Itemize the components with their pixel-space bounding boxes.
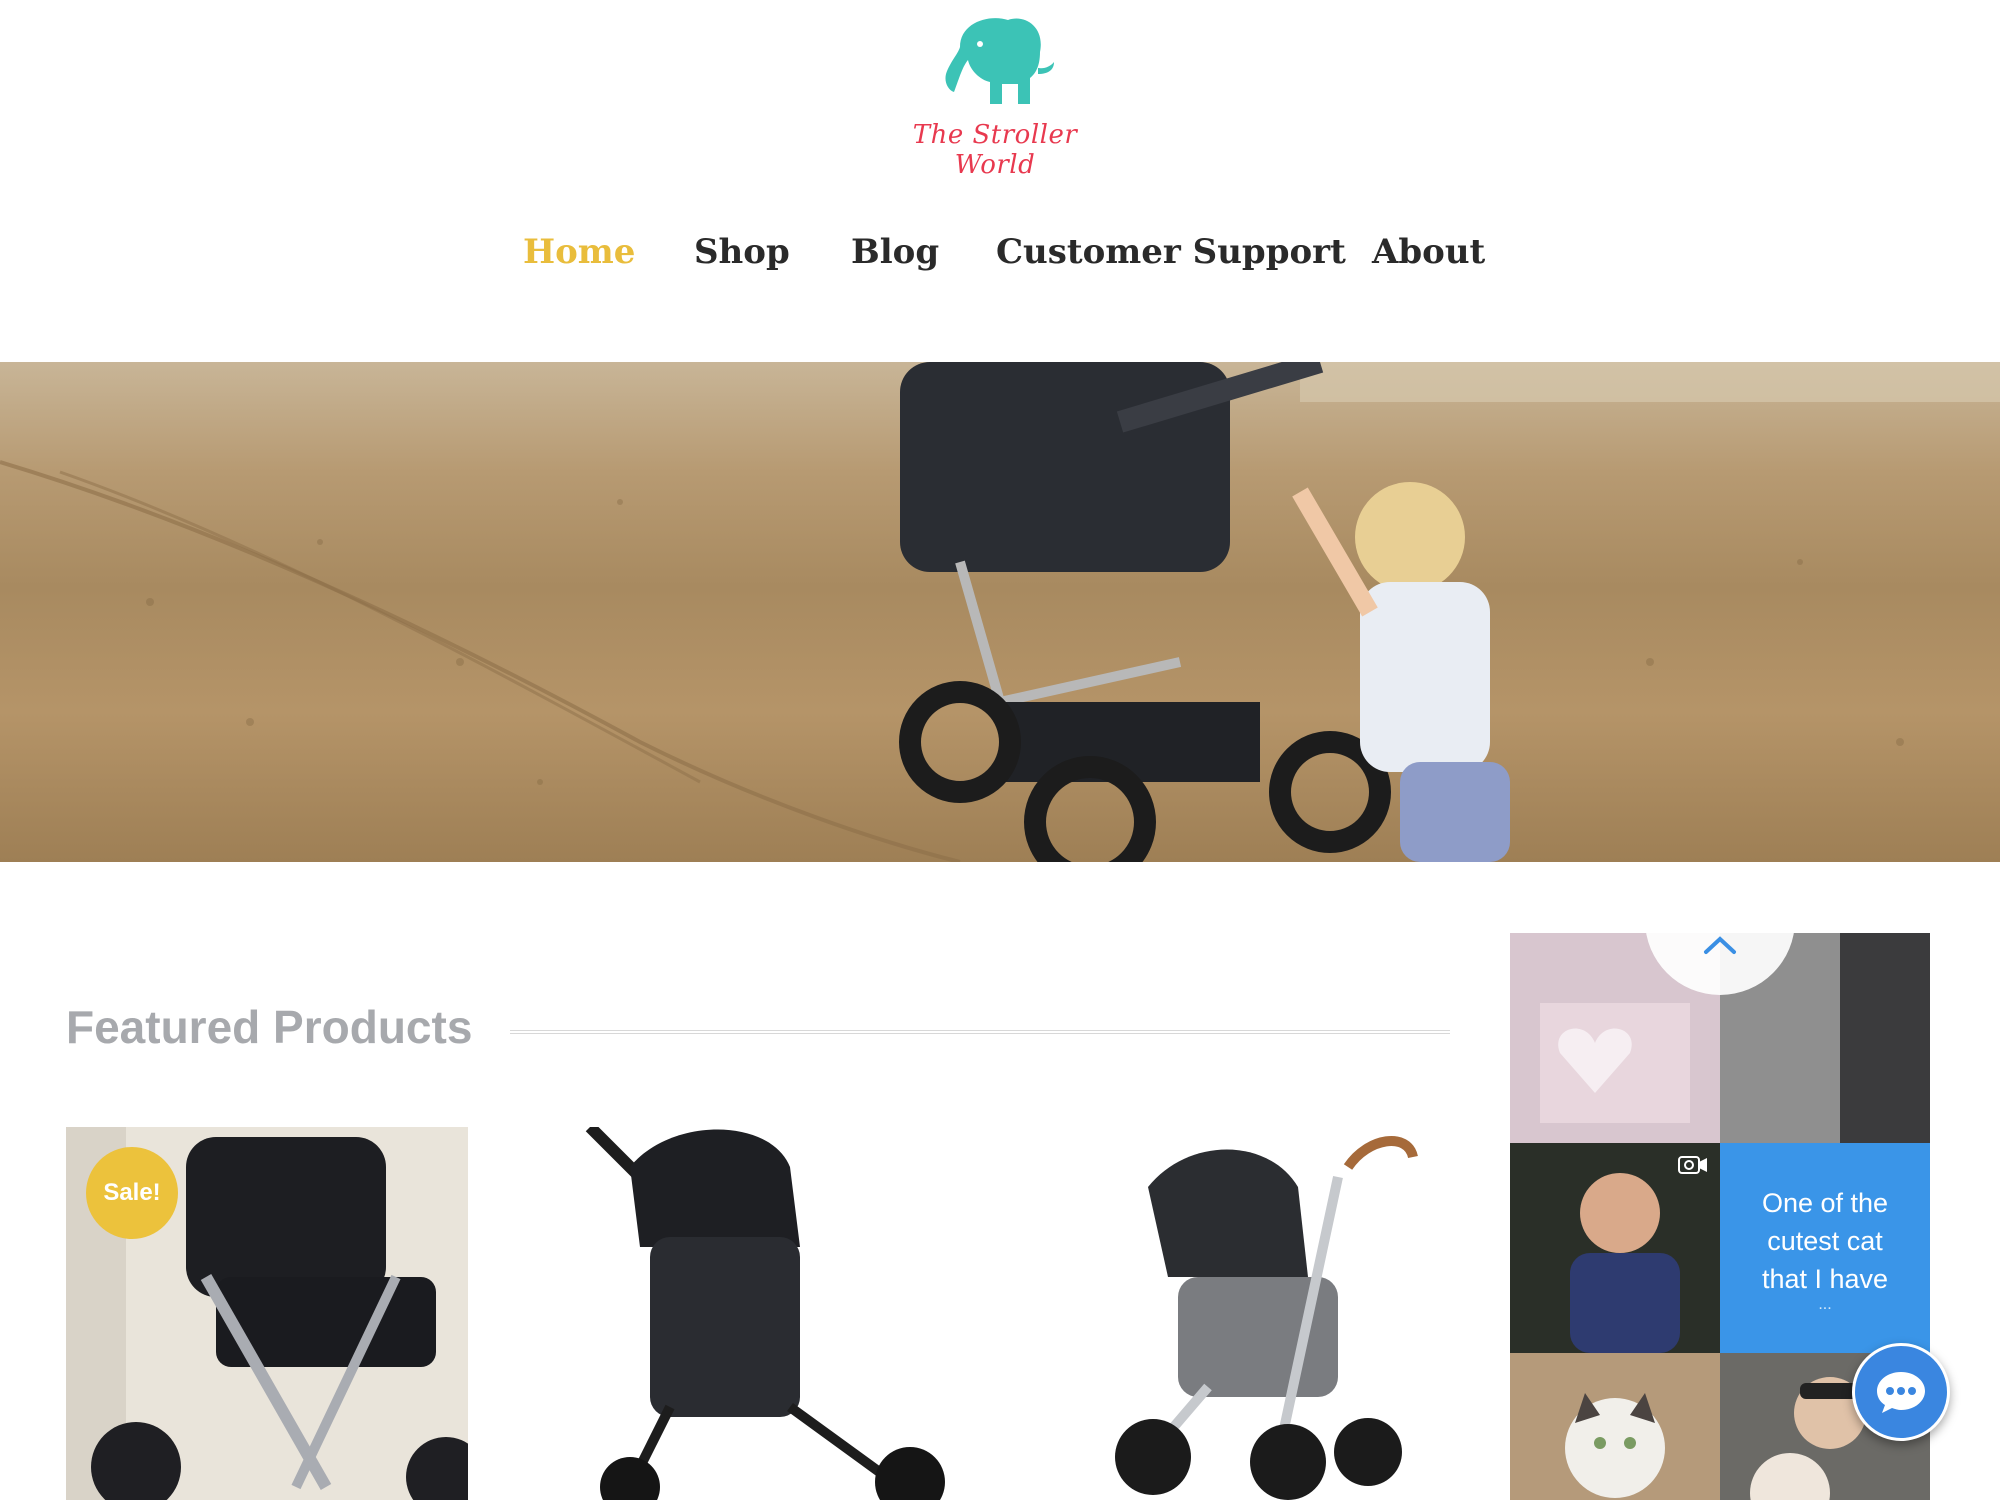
video-camera-icon [1678, 1156, 1707, 1174]
logo-text: The Stroller World [912, 120, 1078, 180]
main-nav: Home Shop Blog Customer Support About [0, 232, 2000, 282]
chat-button[interactable] [1852, 1343, 1950, 1441]
caption-line: One of the [1761, 1188, 1889, 1218]
product-card[interactable]: Sale! [66, 1127, 468, 1500]
hero-banner [0, 362, 2000, 862]
feed-tile[interactable] [1510, 1353, 1720, 1500]
product-image [570, 1127, 972, 1500]
product-card[interactable] [1068, 1127, 1470, 1500]
nav-item-customer-support[interactable]: Customer Support [996, 232, 1346, 272]
nav-item-about[interactable]: About [1372, 232, 1485, 272]
feed-caption-tile[interactable]: One of the cutest cat that I have ... [1720, 1143, 1930, 1353]
section-title: Featured Products [66, 1001, 473, 1053]
caption-line: cutest cat [1767, 1226, 1883, 1256]
product-card[interactable] [570, 1127, 972, 1500]
chevron-up-icon [1704, 936, 1736, 954]
nav-item-home[interactable]: Home [523, 232, 635, 272]
nav-item-blog[interactable]: Blog [851, 232, 939, 272]
chat-bubble-icon [1877, 1372, 1925, 1413]
elephant-icon [945, 18, 1054, 104]
section-divider [510, 1030, 1450, 1034]
nav-item-shop[interactable]: Shop [694, 232, 790, 272]
feed-photo [1510, 1353, 1720, 1500]
site-logo[interactable]: The Stroller World [870, 12, 1120, 180]
sale-badge: Sale! [86, 1147, 178, 1239]
feed-tile[interactable] [1510, 1143, 1720, 1353]
product-image [1068, 1127, 1470, 1500]
caption-more: ... [1818, 1296, 1832, 1313]
caption-line: that I have [1761, 1264, 1889, 1294]
